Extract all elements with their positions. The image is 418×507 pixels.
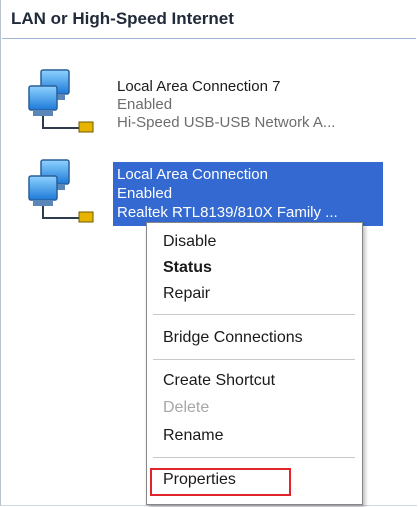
menu-item-status[interactable]: Status	[163, 259, 212, 277]
menu-separator	[153, 314, 355, 315]
menu-item-disable[interactable]: Disable	[163, 233, 216, 251]
network-connections-panel: LAN or High-Speed Internet Local Area Co…	[0, 0, 417, 506]
connection-name: Local Area Connection 7	[117, 78, 281, 95]
group-header: LAN or High-Speed Internet	[2, 0, 416, 39]
group-title: LAN or High-Speed Internet	[11, 9, 234, 28]
menu-item-repair[interactable]: Repair	[163, 285, 210, 303]
network-connection-icon	[28, 69, 94, 133]
menu-separator	[153, 359, 355, 360]
network-connection-icon	[28, 159, 94, 223]
menu-item-properties[interactable]: Properties	[163, 471, 236, 489]
menu-item-rename[interactable]: Rename	[163, 427, 223, 445]
menu-separator	[153, 457, 355, 458]
connection-status: Enabled	[117, 96, 173, 113]
context-menu: Disable Status Repair Bridge Connections…	[146, 222, 363, 505]
connection-name: Local Area Connection	[117, 166, 268, 183]
menu-item-create-shortcut[interactable]: Create Shortcut	[163, 372, 275, 390]
menu-item-delete: Delete	[163, 399, 210, 416]
connection-status: Enabled	[117, 185, 173, 202]
connection-device: Hi-Speed USB-USB Network A...	[117, 114, 336, 131]
menu-item-bridge-connections[interactable]: Bridge Connections	[163, 329, 303, 347]
connection-device: Realtek RTL8139/810X Family ...	[117, 204, 338, 221]
connection-item-local-area-connection-7[interactable]: Local Area Connection 7 Enabled Hi-Speed…	[1, 68, 418, 144]
